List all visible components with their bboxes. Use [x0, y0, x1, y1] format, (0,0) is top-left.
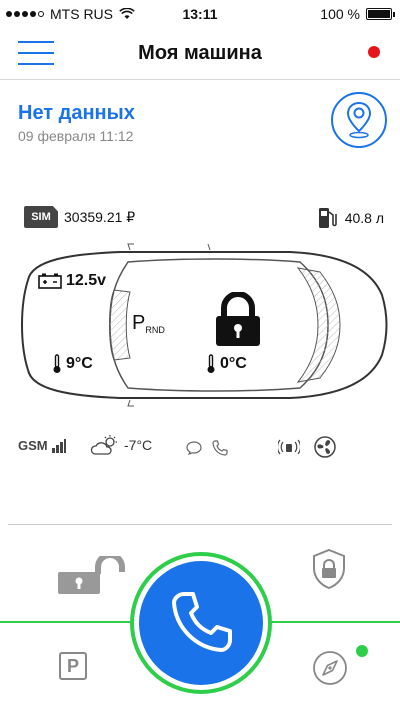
navigation-button[interactable]: [312, 650, 348, 691]
status-bar: MTS RUS 13:11 100 %: [0, 0, 400, 28]
parking-label: P: [66, 655, 79, 676]
phone-icon: [212, 440, 228, 456]
call-button-inner: [139, 561, 263, 685]
weather-cloud-sun-icon: [90, 435, 117, 455]
outside-temperature: -7°C: [90, 434, 152, 456]
last-update-date: 09 февраля 11:12: [18, 128, 134, 144]
car-top-view-icon: [21, 243, 388, 407]
shield-lock-icon: [313, 548, 345, 590]
battery-voltage: 12.5v: [38, 272, 106, 290]
battery-icon: [366, 8, 395, 20]
siren-fan-indicators: [278, 436, 336, 458]
parking-button[interactable]: P: [59, 652, 87, 680]
fuel-pump-icon: [318, 208, 337, 228]
fan-icon: [314, 436, 336, 458]
fuel-level: 40.8 л: [317, 206, 384, 230]
fuel-value: 40.8 л: [344, 210, 384, 226]
location-pin-icon: [346, 101, 372, 139]
online-status-dot: [356, 645, 368, 657]
data-status-title: Нет данных: [18, 102, 135, 124]
nav-bar: Моя машина: [0, 28, 400, 80]
message-call-indicators: [186, 440, 228, 456]
car-battery-icon: [38, 273, 62, 289]
engine-temperature: 9°C: [52, 354, 93, 374]
sim-card-icon: SIM: [24, 206, 58, 228]
battery-percent: 100 %: [320, 6, 360, 22]
signal-bars-icon: [51, 438, 66, 453]
lock-closed-icon: [216, 292, 260, 346]
phone-handset-icon: [172, 592, 232, 652]
gsm-signal: GSM: [18, 438, 66, 453]
lock-open-icon: [58, 552, 125, 594]
car-diagram: 12.5v 9°C P RND 0°C: [10, 240, 390, 410]
indicator-row: GSM -7°C: [0, 432, 400, 462]
location-button[interactable]: [331, 92, 387, 148]
page-title: Моя машина: [138, 42, 262, 64]
chat-bubble-icon: [186, 441, 202, 455]
gear-current: P: [132, 312, 146, 334]
divider: [8, 524, 392, 525]
security-button[interactable]: [311, 548, 347, 595]
thermometer-icon: [207, 354, 215, 373]
unlock-button[interactable]: [56, 552, 126, 601]
balance-value: 30359.21 ₽: [64, 208, 136, 225]
compass-icon: [313, 651, 347, 685]
gear-options: RND: [145, 324, 165, 335]
cabin-temperature: 0°C: [206, 354, 247, 374]
call-button[interactable]: [130, 552, 272, 694]
siren-icon: [278, 439, 300, 455]
thermometer-icon: [53, 354, 61, 373]
status-right: 100 %: [320, 6, 395, 22]
gear-selector: P RND: [132, 312, 165, 335]
sim-balance: SIM 30359.21 ₽: [24, 206, 135, 228]
connection-status-indicator: [368, 46, 380, 58]
